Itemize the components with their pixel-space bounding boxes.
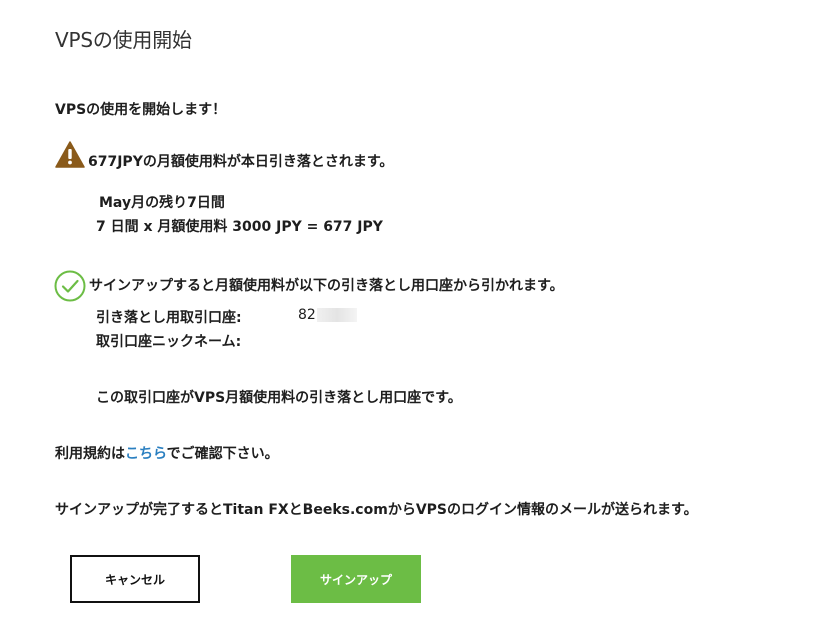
warning-text: 677JPYの月額使用料が本日引き落とされます。	[88, 154, 394, 170]
terms-link[interactable]: こちら	[125, 446, 167, 462]
debit-account-label: 引き落とし用取引口座:	[96, 310, 242, 326]
cancel-button[interactable]: キャンセル	[70, 555, 200, 603]
account-nickname-label: 取引口座ニックネーム:	[96, 334, 242, 350]
warning-triangle-icon	[55, 141, 85, 168]
masked-account-digits	[316, 308, 357, 322]
terms-prefix: 利用規約は	[55, 446, 125, 462]
signup-button[interactable]: サインアップ	[291, 555, 421, 603]
debit-account-value: 82	[298, 307, 357, 323]
debit-account-note: この取引口座がVPS月額使用料の引き落とし用口座です。	[96, 390, 462, 406]
intro-text: VPSの使用を開始します！	[55, 102, 227, 118]
terms-text: 利用規約はこちらでご確認下さい。	[55, 443, 279, 463]
page-title: VPSの使用開始	[55, 28, 192, 52]
debit-account-heading: サインアップすると月額使用料が以下の引き落とし用口座から引かれます。	[89, 278, 564, 294]
fee-formula-text: 7 日間 x 月額使用料 3000 JPY = 677 JPY	[96, 219, 383, 235]
terms-suffix: でご確認下さい。	[166, 446, 279, 462]
check-circle-icon	[54, 270, 86, 302]
login-info-text: サインアップが完了するとTitan FXとBeeks.comからVPSのログイン…	[55, 502, 698, 518]
debit-account-number: 82	[298, 307, 316, 323]
remaining-days-text: May月の残り7日間	[99, 195, 225, 211]
